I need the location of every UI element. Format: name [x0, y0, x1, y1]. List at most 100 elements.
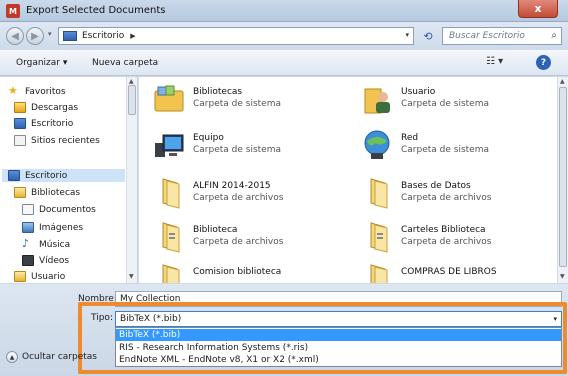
- file-type: Carpeta de sistema: [401, 99, 489, 109]
- recent-pages-dropdown[interactable]: ▾: [48, 30, 52, 38]
- file-name: Carteles Biblioteca: [401, 225, 486, 235]
- file-name: ALFIN 2014-2015: [193, 181, 271, 191]
- nav-videos[interactable]: Vídeos: [22, 255, 69, 266]
- chevron-down-icon[interactable]: ▾: [553, 315, 557, 323]
- search-icon[interactable]: ⌕: [551, 30, 557, 41]
- file-name: COMPRAS DE LIBROS: [401, 267, 497, 277]
- folder-icon: [370, 222, 388, 253]
- file-item-red[interactable]: Red Carpeta de sistema: [355, 127, 555, 167]
- file-item-usuario[interactable]: Usuario Carpeta de sistema: [355, 81, 555, 121]
- forward-arrow-icon[interactable]: ▶: [26, 27, 44, 45]
- hide-folders-label: Ocultar carpetas: [22, 352, 97, 362]
- libraries-icon: [154, 85, 184, 112]
- file-type: Carpeta de archivos: [401, 193, 492, 203]
- option-bibtex[interactable]: BibTeX (*.bib): [116, 329, 561, 341]
- file-type: Carpeta de sistema: [401, 145, 489, 155]
- nav-label: Bibliotecas: [31, 187, 81, 198]
- nav-documentos[interactable]: Documentos: [22, 204, 96, 215]
- search-input[interactable]: Buscar Escritorio ⌕: [442, 27, 562, 45]
- nav-favoritos[interactable]: ★ Favoritos: [8, 84, 66, 97]
- nav-label: Documentos: [39, 204, 96, 215]
- new-folder-button[interactable]: Nueva carpeta: [92, 58, 158, 68]
- files-scroll-thumb[interactable]: [559, 87, 567, 267]
- breadcrumb-escritorio[interactable]: Escritorio: [82, 31, 124, 41]
- nav-sitios-recientes[interactable]: Sitios recientes: [14, 135, 100, 146]
- file-item-carteles-biblioteca[interactable]: Carteles Biblioteca Carpeta de archivos: [355, 219, 555, 259]
- nav-label: Usuario: [31, 271, 66, 282]
- nav-label: Imágenes: [39, 222, 84, 233]
- nav-label: Descargas: [31, 102, 79, 113]
- file-type-select[interactable]: BibTeX (*.bib) ▾: [115, 311, 562, 327]
- folder-icon: [162, 264, 180, 283]
- nav-label: Vídeos: [39, 255, 70, 266]
- nav-label: Sitios recientes: [31, 135, 100, 146]
- address-field[interactable]: Escritorio ▶ ▾: [58, 27, 414, 45]
- recent-places-icon: [14, 135, 26, 146]
- file-name: Red: [401, 133, 419, 143]
- navigation-pane: ★ Favoritos Descargas Escritorio Sitios …: [0, 77, 138, 283]
- desktop-icon: [63, 31, 77, 41]
- file-name: Equipo: [193, 133, 224, 143]
- nav-label: Favoritos: [25, 86, 66, 97]
- nav-musica[interactable]: ♪ Música: [22, 237, 70, 250]
- file-list: Bibliotecas Carpeta de sistema Usuario C…: [139, 77, 557, 283]
- option-endnote-xml[interactable]: EndNote XML - EndNote v8, X1 or X2 (*.xm…: [116, 354, 561, 366]
- pictures-icon: [22, 222, 34, 233]
- scroll-down-icon[interactable]: ▼: [129, 273, 134, 280]
- nav-escritorio[interactable]: Escritorio: [2, 169, 125, 182]
- computer-icon: [155, 134, 184, 157]
- music-icon: ♪: [22, 237, 30, 250]
- file-type-dropdown: BibTeX (*.bib) RIS - Research Informatio…: [115, 327, 562, 367]
- help-icon[interactable]: ?: [536, 55, 551, 70]
- file-item-comision-biblioteca[interactable]: Comision biblioteca: [147, 261, 347, 283]
- option-ris[interactable]: RIS - Research Information Systems (*.ri…: [116, 342, 561, 354]
- folder-icon: [370, 178, 388, 209]
- nav-imagenes[interactable]: Imágenes: [22, 222, 83, 233]
- file-name: Bibliotecas: [193, 87, 243, 97]
- breadcrumb-arrow-icon[interactable]: ▶: [130, 32, 135, 40]
- search-placeholder: Buscar Escritorio: [449, 31, 525, 41]
- files-scrollbar[interactable]: ▲ ▼: [557, 77, 568, 283]
- nav-scrollbar[interactable]: ▲ ▼: [126, 77, 137, 283]
- star-icon: ★: [8, 84, 18, 97]
- file-type: Carpeta de sistema: [193, 99, 281, 109]
- nav-usuario[interactable]: Usuario: [14, 271, 65, 282]
- nav-label: Escritorio: [31, 118, 74, 129]
- nav-descargas[interactable]: Descargas: [14, 102, 78, 113]
- window-title: Export Selected Documents: [26, 5, 166, 16]
- nav-escritorio-fav[interactable]: Escritorio: [14, 118, 73, 129]
- nav-bibliotecas[interactable]: Bibliotecas: [14, 187, 80, 198]
- hide-folders-button[interactable]: ▲ Ocultar carpetas: [6, 351, 97, 363]
- folder-icon: [162, 178, 180, 209]
- file-item-equipo[interactable]: Equipo Carpeta de sistema: [147, 127, 347, 167]
- videos-icon: [22, 255, 34, 266]
- file-item-bibliotecas[interactable]: Bibliotecas Carpeta de sistema: [147, 81, 347, 121]
- user-icon: [14, 271, 26, 282]
- app-logo-icon: M: [6, 4, 20, 18]
- file-type: Carpeta de archivos: [193, 193, 284, 203]
- file-type: Carpeta de archivos: [401, 237, 492, 247]
- file-type-label: Tipo:: [91, 313, 113, 323]
- nav-scroll-thumb[interactable]: [128, 85, 136, 115]
- file-name: Biblioteca: [193, 225, 238, 235]
- organize-button[interactable]: Organizar ▾: [16, 58, 67, 68]
- back-arrow-icon[interactable]: ◀: [6, 27, 24, 45]
- file-item-compras-de-libros[interactable]: COMPRAS DE LIBROS: [355, 261, 555, 283]
- file-name: Comision biblioteca: [193, 267, 282, 277]
- scroll-down-icon[interactable]: ▼: [560, 273, 565, 280]
- file-item-bases-de-datos[interactable]: Bases de Datos Carpeta de archivos: [355, 175, 555, 215]
- refresh-icon[interactable]: ⟲: [418, 27, 438, 45]
- documents-icon: [22, 204, 34, 215]
- file-item-biblioteca[interactable]: Biblioteca Carpeta de archivos: [147, 219, 347, 259]
- file-item-alfin[interactable]: ALFIN 2014-2015 Carpeta de archivos: [147, 175, 347, 215]
- address-bar: ◀ ▶ ▾ Escritorio ▶ ▾ ⟲ Buscar Escritorio…: [0, 22, 568, 50]
- view-options-icon[interactable]: ☷ ▾: [486, 56, 508, 70]
- close-button[interactable]: x: [518, 0, 558, 18]
- file-name: Bases de Datos: [401, 181, 471, 191]
- network-icon: [364, 130, 390, 159]
- command-toolbar: Organizar ▾ Nueva carpeta ☷ ▾ ?: [0, 50, 568, 76]
- scroll-up-icon[interactable]: ▲: [560, 78, 565, 85]
- address-dropdown-icon[interactable]: ▾: [405, 31, 409, 39]
- file-type: Carpeta de archivos: [193, 237, 284, 247]
- scroll-up-icon[interactable]: ▲: [129, 78, 134, 85]
